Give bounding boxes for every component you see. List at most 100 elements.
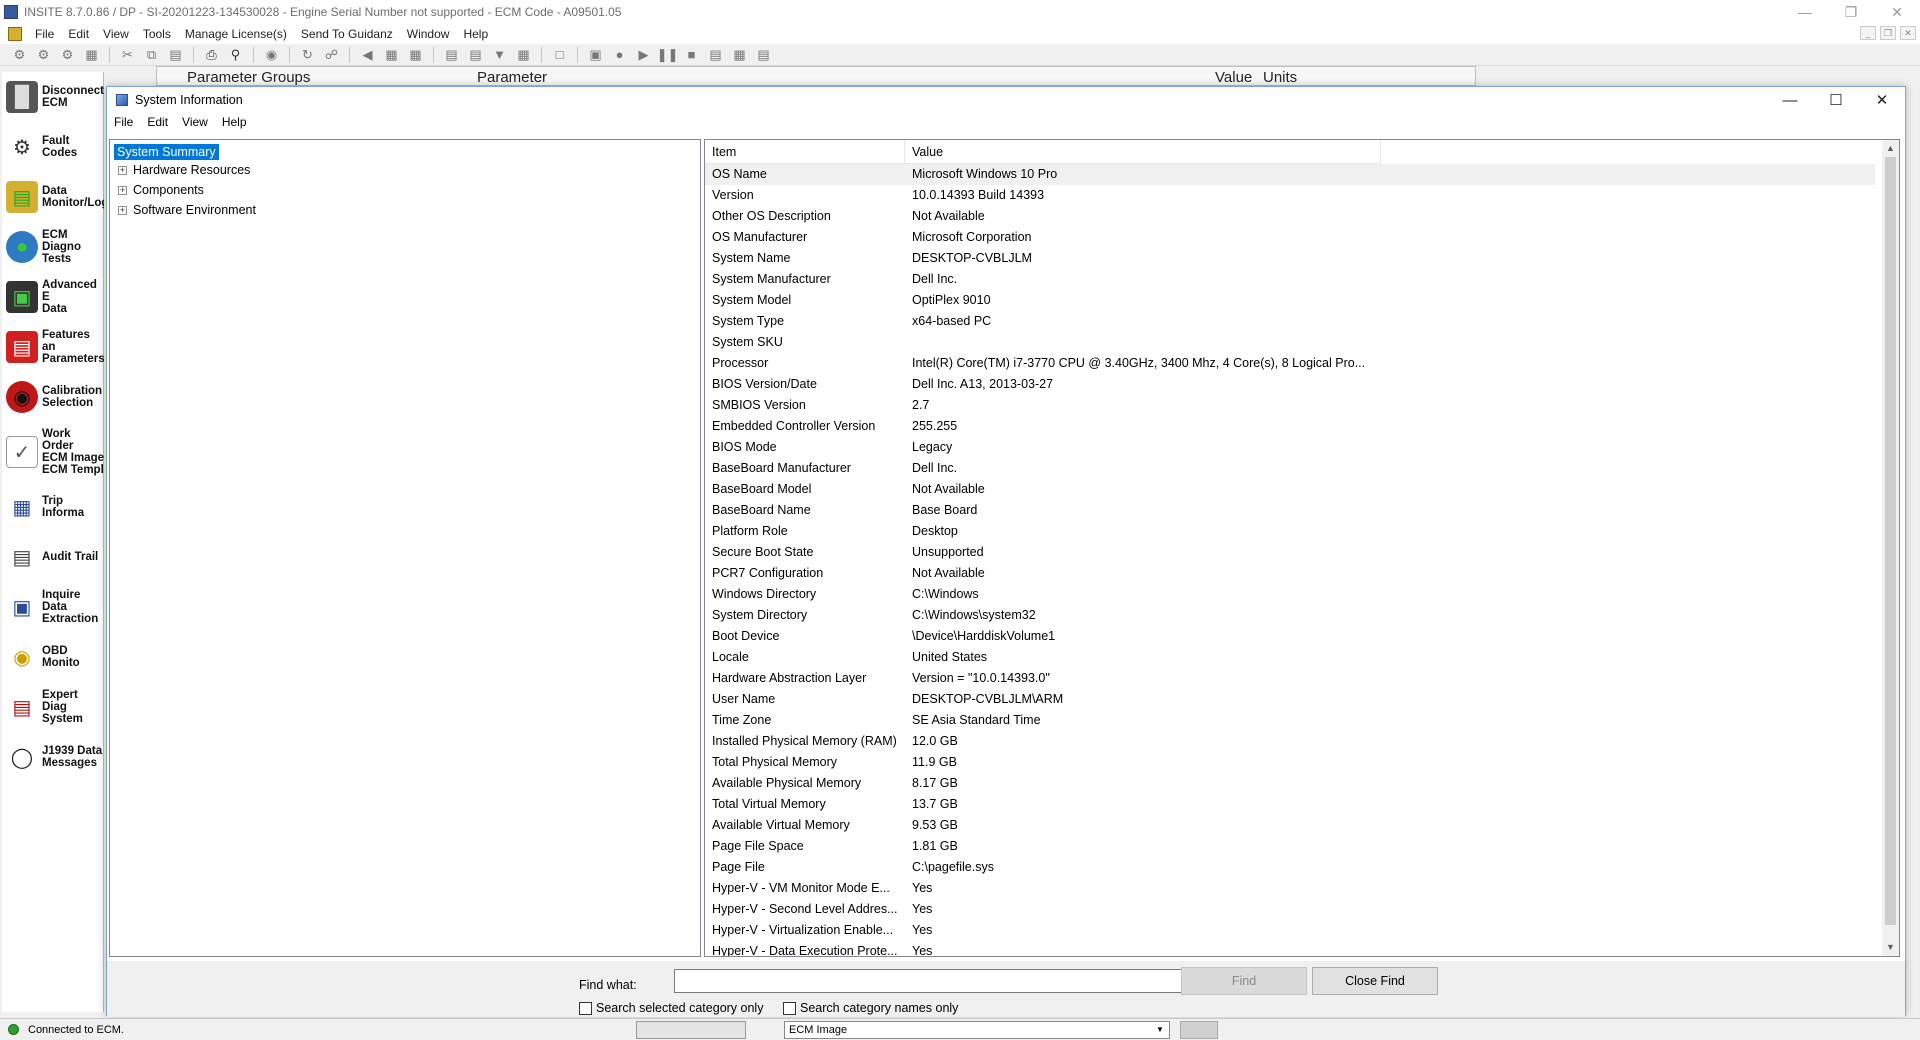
header-value[interactable]: Value [1215, 69, 1252, 86]
header-units[interactable]: Units [1263, 69, 1297, 86]
play-icon[interactable]: ▶ [634, 46, 653, 63]
ecm-image-select[interactable]: ECM Image ▼ [784, 1021, 1170, 1039]
menu-file[interactable]: File [28, 27, 61, 41]
column-header-item[interactable]: Item [705, 140, 905, 164]
nav-expert-diagnostic-system[interactable]: ▤ Expert Diag System [2, 682, 104, 732]
document-icon[interactable]: ▤ [442, 46, 461, 63]
table-row[interactable]: Version 10.0.14393 Build 14393 [705, 185, 1875, 206]
table-row[interactable]: Available Virtual Memory 9.53 GB [705, 815, 1875, 836]
search-selected-category-checkbox[interactable]: Search selected category only [579, 1001, 763, 1015]
app-restore-button[interactable]: ❐ [1828, 0, 1874, 24]
nav-advanced-ecm-data[interactable]: ▣ Advanced E Data [2, 272, 104, 322]
table-row[interactable]: Total Physical Memory 11.9 GB [705, 752, 1875, 773]
export-icon[interactable]: ▦ [406, 46, 425, 63]
menu-help[interactable]: Help [456, 27, 495, 41]
camera-icon[interactable]: ▣ [586, 46, 605, 63]
report-icon[interactable]: ▤ [754, 46, 773, 63]
link-icon[interactable]: ☍ [322, 46, 341, 63]
mdi-restore-button[interactable]: ❐ [1880, 26, 1896, 40]
expand-plus-icon[interactable]: + [118, 185, 127, 195]
blank-page-icon[interactable]: □ [550, 46, 569, 63]
tree-item-hardware-resources[interactable]: + Hardware Resources [118, 161, 250, 179]
search-category-names-checkbox[interactable]: Search category names only [783, 1001, 958, 1015]
nav-data-monitor-log[interactable]: ▤ Data Monitor/Log [2, 172, 104, 222]
nav-ecm-diagnostic-tests[interactable]: ● ECM Diagno Tests [2, 222, 104, 272]
sysinfo-close-button[interactable]: ✕ [1859, 87, 1905, 113]
nav-work-order[interactable]: ✓ Work Order ECM Image ECM Templ [2, 422, 104, 482]
nav-audit-trail[interactable]: ▤ Audit Trail [2, 532, 104, 582]
column-header-value[interactable]: Value [905, 140, 1381, 164]
grid-icon[interactable]: ▦ [514, 46, 533, 63]
mdi-close-button[interactable]: ✕ [1900, 26, 1916, 40]
nav-disconnect-ecm[interactable]: █ Disconnect ECM [2, 72, 104, 122]
table-row[interactable]: Hyper-V - VM Monitor Mode E... Yes [705, 878, 1875, 899]
nav-inquire-data-extraction[interactable]: ▣ Inquire Data Extraction [2, 582, 104, 632]
tree-item-components[interactable]: + Components [118, 181, 204, 199]
expand-plus-icon[interactable]: + [118, 165, 127, 175]
table-row[interactable]: Available Physical Memory 8.17 GB [705, 773, 1875, 794]
sysinfo-menu-file[interactable]: File [107, 115, 140, 133]
menu-tools[interactable]: Tools [136, 27, 178, 41]
vertical-scrollbar[interactable]: ▲ ▼ [1882, 140, 1899, 956]
menu-window[interactable]: Window [400, 27, 457, 41]
table-row[interactable]: System Model OptiPlex 9010 [705, 290, 1875, 311]
binoculars-icon[interactable]: ◉ [262, 46, 281, 63]
table-row[interactable]: SMBIOS Version 2.7 [705, 395, 1875, 416]
table-row[interactable]: Hyper-V - Second Level Addres... Yes [705, 899, 1875, 920]
settings-icon[interactable]: ⚙ [34, 46, 53, 63]
close-find-button[interactable]: Close Find [1312, 967, 1438, 995]
mdi-minimize-button[interactable]: _ [1860, 26, 1876, 40]
table-row[interactable]: Embedded Controller Version 255.255 [705, 416, 1875, 437]
table-row[interactable]: Hyper-V - Virtualization Enable... Yes [705, 920, 1875, 941]
table-row[interactable]: System Type x64-based PC [705, 311, 1875, 332]
menu-send-to-guidanz[interactable]: Send To Guidanz [294, 27, 400, 41]
tree-item-software-environment[interactable]: + Software Environment [118, 201, 256, 219]
cut-icon[interactable]: ✂ [118, 46, 137, 63]
table-row[interactable]: Installed Physical Memory (RAM) 12.0 GB [705, 731, 1875, 752]
table-row[interactable]: Locale United States [705, 647, 1875, 668]
table-row[interactable]: Platform Role Desktop [705, 521, 1875, 542]
app-minimize-button[interactable]: — [1782, 0, 1828, 24]
nav-j1939-data-messages[interactable]: ◯ J1939 Data Messages [2, 732, 104, 782]
expand-plus-icon[interactable]: + [118, 205, 127, 215]
tree-item-system-summary[interactable]: System Summary [114, 143, 219, 161]
stop-icon[interactable]: ■ [682, 46, 701, 63]
header-parameter-groups[interactable]: Parameter Groups [187, 69, 310, 86]
table-row[interactable]: BaseBoard Model Not Available [705, 479, 1875, 500]
table-row[interactable]: Time Zone SE Asia Standard Time [705, 710, 1875, 731]
table-row[interactable]: Boot Device \Device\HarddiskVolume1 [705, 626, 1875, 647]
table-row[interactable]: System SKU [705, 332, 1875, 353]
sysinfo-menu-view[interactable]: View [175, 115, 215, 133]
menu-view[interactable]: View [96, 27, 136, 41]
sysinfo-minimize-button[interactable]: — [1767, 87, 1813, 113]
connect-icon[interactable]: ⚙ [10, 46, 29, 63]
header-parameter[interactable]: Parameter [477, 69, 547, 86]
nav-features-parameters[interactable]: ▤ Features an Parameters [2, 322, 104, 372]
scrollbar-thumb[interactable] [1885, 157, 1896, 925]
sysinfo-menu-help[interactable]: Help [215, 115, 254, 133]
table-row[interactable]: BaseBoard Name Base Board [705, 500, 1875, 521]
nav-trip-information[interactable]: ▦ Trip Informa [2, 482, 104, 532]
table-row[interactable]: BaseBoard Manufacturer Dell Inc. [705, 458, 1875, 479]
table-row[interactable]: Hardware Abstraction Layer Version = "10.… [705, 668, 1875, 689]
table-row[interactable]: System Name DESKTOP-CVBLJLM [705, 248, 1875, 269]
table-row[interactable]: User Name DESKTOP-CVBLJLM\ARM [705, 689, 1875, 710]
scroll-down-icon[interactable]: ▼ [1882, 939, 1899, 956]
table-row[interactable]: BIOS Version/Date Dell Inc. A13, 2013-03-… [705, 374, 1875, 395]
table-row[interactable]: BIOS Mode Legacy [705, 437, 1875, 458]
table-row[interactable]: Other OS Description Not Available [705, 206, 1875, 227]
paste-icon[interactable]: ▤ [166, 46, 185, 63]
record-icon[interactable]: ● [610, 46, 629, 63]
find-what-input[interactable] [674, 969, 1182, 993]
back-icon[interactable]: ◀ [358, 46, 377, 63]
table-icon[interactable]: ▦ [730, 46, 749, 63]
folder-icon[interactable]: ▤ [466, 46, 485, 63]
table-row[interactable]: Page File Space 1.81 GB [705, 836, 1875, 857]
chevron-down-icon[interactable]: ▼ [1153, 1023, 1167, 1037]
table-row[interactable]: System Manufacturer Dell Inc. [705, 269, 1875, 290]
nav-fault-codes[interactable]: ⚙ Fault Codes [2, 122, 104, 172]
checkbox-box[interactable] [783, 1001, 796, 1015]
pause-icon[interactable]: ❚❚ [657, 46, 679, 63]
menu-edit[interactable]: Edit [61, 27, 96, 41]
print-icon[interactable]: ⎙ [202, 46, 221, 63]
